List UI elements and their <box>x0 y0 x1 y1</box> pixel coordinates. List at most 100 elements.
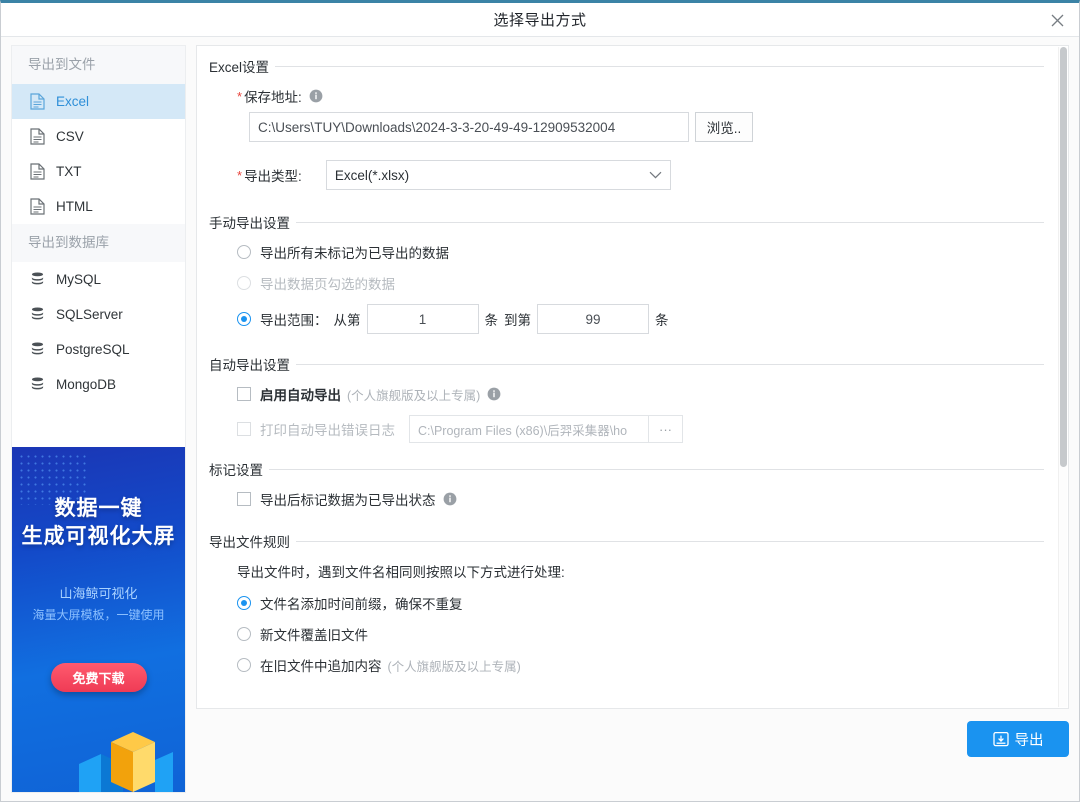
radio-button[interactable] <box>237 312 251 326</box>
sidebar-item-mongodb[interactable]: MongoDB <box>12 367 185 402</box>
file-icon <box>28 198 46 216</box>
section-auto-export: 自动导出设置 启用自动导出 (个人旗舰版及以上专属) 打印自动导出错误日志 C:… <box>209 354 1050 443</box>
auto-export-enable-note: (个人旗舰版及以上专属) <box>347 388 481 403</box>
option-label: 导出数据页勾选的数据 <box>260 277 395 292</box>
database-icon <box>28 271 46 289</box>
export-type-row: * 导出类型: Excel(*.xlsx) <box>237 160 1050 190</box>
sidebar-item-csv[interactable]: CSV <box>12 119 185 154</box>
checkbox <box>237 422 251 436</box>
sidebar-item-label: PostgreSQL <box>56 342 130 357</box>
sidebar-group-title-files: 导出到文件 <box>12 46 185 84</box>
section-body: * 保存地址: 浏览.. * 导出类型: <box>209 76 1050 190</box>
sidebar-item-label: HTML <box>56 199 93 214</box>
file-rule-option-append[interactable]: 在旧文件中追加内容 (个人旗舰版及以上专属) <box>237 655 1050 675</box>
sidebar-item-label: MongoDB <box>56 377 117 392</box>
export-button-label: 导出 <box>1014 732 1044 749</box>
save-path-input[interactable] <box>249 112 689 142</box>
sidebar-item-html[interactable]: HTML <box>12 189 185 224</box>
file-icon <box>28 93 46 111</box>
sidebar-item-label: TXT <box>56 164 82 179</box>
mark-exported-row[interactable]: 导出后标记数据为已导出状态 <box>237 489 1050 509</box>
section-file-rules: 导出文件规则 导出文件时，遇到文件名相同则按照以下方式进行处理: 文件名添加时间… <box>209 531 1050 675</box>
radio-button[interactable] <box>237 596 251 610</box>
close-icon[interactable] <box>1043 6 1071 34</box>
sidebar-item-postgresql[interactable]: PostgreSQL <box>12 332 185 367</box>
save-path-label-row: * 保存地址: <box>237 86 1050 106</box>
export-type-value: Excel(*.xlsx) <box>334 167 410 183</box>
sidebar-spacer <box>12 402 185 447</box>
section-rule <box>296 540 1044 542</box>
range-to-input[interactable] <box>537 304 649 334</box>
section-excel-settings: Excel设置 * 保存地址: 浏览.. <box>209 56 1050 190</box>
file-rule-option-overwrite[interactable]: 新文件覆盖旧文件 <box>237 624 1050 644</box>
section-header: 标记设置 <box>209 459 1050 479</box>
range-to-label: 到第 <box>504 313 531 328</box>
section-legend: Excel设置 <box>209 60 270 75</box>
file-icon <box>28 163 46 181</box>
required-asterisk: * <box>237 167 243 183</box>
banner-subtitle: 山海鲸可视化 海量大屏模板，一键使用 <box>12 582 185 627</box>
settings-scrollbar[interactable] <box>1058 47 1067 707</box>
mark-exported-label: 导出后标记数据为已导出状态 <box>260 493 436 508</box>
section-header: Excel设置 <box>209 56 1050 76</box>
save-path-label: 保存地址: <box>244 90 302 105</box>
log-path-input <box>409 415 649 443</box>
section-manual-export: 手动导出设置 导出所有未标记为已导出的数据 导出数据页勾选的数据 导出范围： 从… <box>209 212 1050 334</box>
radio-button[interactable] <box>237 245 251 259</box>
export-target-sidebar: 导出到文件 Excel CSV TXT HTML 导出到数据库 MySQL SQ… <box>11 45 186 793</box>
export-button[interactable]: 导出 <box>967 721 1069 757</box>
checkbox[interactable] <box>237 492 251 506</box>
range-from-input[interactable] <box>366 304 479 334</box>
sidebar-item-label: CSV <box>56 129 84 144</box>
settings-panel: Excel设置 * 保存地址: 浏览.. <box>196 45 1069 709</box>
option-label: 在旧文件中追加内容 <box>260 659 382 674</box>
banner-chart-illustration <box>79 732 173 792</box>
section-mark-settings: 标记设置 导出后标记数据为已导出状态 <box>209 459 1050 509</box>
save-download-icon <box>992 731 1009 747</box>
manual-option-checked-rows: 导出数据页勾选的数据 <box>237 273 1050 293</box>
auto-export-enable-row[interactable]: 启用自动导出 (个人旗舰版及以上专属) <box>237 384 1050 404</box>
option-label: 导出所有未标记为已导出的数据 <box>260 246 449 261</box>
file-rule-option-prefix[interactable]: 文件名添加时间前缀，确保不重复 <box>237 593 1050 613</box>
settings-panel-wrap: Excel设置 * 保存地址: 浏览.. <box>196 45 1069 793</box>
range-unit-1: 条 <box>484 313 499 328</box>
section-rule <box>296 221 1044 223</box>
section-body: 导出所有未标记为已导出的数据 导出数据页勾选的数据 导出范围： 从第 条 <box>209 232 1050 334</box>
radio-button[interactable] <box>237 627 251 641</box>
banner-title-line2: 生成可视化大屏 <box>21 525 176 549</box>
sidebar-item-label: SQLServer <box>56 307 123 322</box>
save-path-input-row: 浏览.. <box>249 112 1050 142</box>
sidebar-item-sqlserver[interactable]: SQLServer <box>12 297 185 332</box>
banner-download-button[interactable]: 免费下载 <box>50 662 147 692</box>
manual-option-all-unmarked[interactable]: 导出所有未标记为已导出的数据 <box>237 242 1050 262</box>
checkbox[interactable] <box>237 387 251 401</box>
sidebar-group-title-databases: 导出到数据库 <box>12 224 185 262</box>
sidebar-item-txt[interactable]: TXT <box>12 154 185 189</box>
chevron-down-icon <box>649 171 662 179</box>
range-from-label: 从第 <box>333 313 361 328</box>
auto-export-enable-label: 启用自动导出 <box>260 388 341 403</box>
sidebar-item-label: MySQL <box>56 272 102 287</box>
section-header: 自动导出设置 <box>209 354 1050 374</box>
info-icon[interactable] <box>487 387 501 401</box>
info-icon[interactable] <box>443 492 457 506</box>
radio-button[interactable] <box>237 658 251 672</box>
dialog-body: 导出到文件 Excel CSV TXT HTML 导出到数据库 MySQL SQ… <box>1 37 1079 801</box>
section-legend: 自动导出设置 <box>209 358 290 373</box>
sidebar-item-label: Excel <box>56 94 90 109</box>
promo-banner[interactable]: 数据一键 生成可视化大屏 山海鲸可视化 海量大屏模板，一键使用 免费下载 <box>12 447 185 792</box>
sidebar-item-excel[interactable]: Excel <box>12 84 185 119</box>
banner-subtitle-line1: 山海鲸可视化 <box>59 585 138 601</box>
export-type-select[interactable]: Excel(*.xlsx) <box>325 160 671 190</box>
banner-subtitle-line2: 海量大屏模板，一键使用 <box>32 608 165 623</box>
manual-option-range[interactable]: 导出范围： 从第 条 到第 条 <box>237 304 1050 334</box>
section-body: 导出文件时，遇到文件名相同则按照以下方式进行处理: 文件名添加时间前缀，确保不重… <box>209 551 1050 675</box>
sidebar-item-mysql[interactable]: MySQL <box>12 262 185 297</box>
auto-export-log-row: 打印自动导出错误日志 ··· <box>237 415 1050 443</box>
log-browse-button: ··· <box>649 415 683 443</box>
scrollbar-thumb[interactable] <box>1060 47 1067 467</box>
browse-button[interactable]: 浏览.. <box>695 112 753 142</box>
section-body: 导出后标记数据为已导出状态 <box>209 479 1050 509</box>
database-icon <box>28 376 46 394</box>
info-icon[interactable] <box>309 89 323 103</box>
